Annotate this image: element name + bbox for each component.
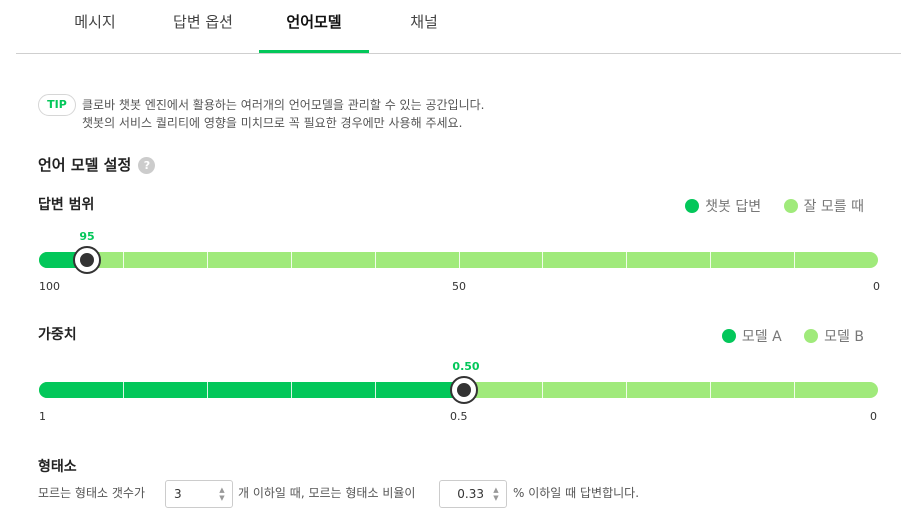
tip-line-1: 클로바 챗봇 엔진에서 활용하는 여러개의 언어모델을 관리할 수 있는 공간입… <box>82 98 485 112</box>
slider-tick <box>542 252 543 268</box>
slider-tick <box>794 252 795 268</box>
legend-label: 모델 A <box>741 329 782 345</box>
scale-label-right: 0 <box>870 410 877 423</box>
tab-language-model[interactable]: 언어모델 <box>259 0 369 53</box>
slider-tick <box>794 382 795 398</box>
slider-tick <box>459 252 460 268</box>
tip-line-2: 챗봇의 서비스 퀄리티에 영향을 미치므로 꼭 필요한 경우에만 사용해 주세요… <box>82 116 463 130</box>
answer-range-value: 95 <box>79 230 95 243</box>
scale-label-mid: 50 <box>452 280 466 293</box>
slider-tick <box>710 382 711 398</box>
scale-label-left: 1 <box>39 410 46 423</box>
tab-bar: 메시지 답변 옵션 언어모델 채널 <box>16 0 901 54</box>
slider-tick <box>123 382 124 398</box>
tab-reply-options[interactable]: 답변 옵션 <box>148 0 258 53</box>
light-green-dot-icon <box>783 199 798 213</box>
slider-tick <box>207 252 208 268</box>
tip-badge: TIP <box>38 94 76 116</box>
weight-value: 0.50 <box>452 360 480 373</box>
answer-range-legend: 챗봇 답변 잘 모를 때 <box>667 196 864 216</box>
slider-tick <box>207 382 208 398</box>
question-circle-icon[interactable]: ? <box>138 157 156 174</box>
morpheme-text-after: % 이하일 때 답변합니다. <box>513 486 640 500</box>
slider-tick <box>123 252 124 268</box>
light-green-dot-icon <box>804 329 819 343</box>
section-title: 언어 모델 설정 ? <box>38 154 156 175</box>
tip-text: 클로바 챗봇 엔진에서 활용하는 여러개의 언어모델을 관리할 수 있는 공간입… <box>82 96 484 132</box>
tab-channel[interactable]: 채널 <box>369 0 479 53</box>
morpheme-count-value: 3 <box>174 487 182 501</box>
legend-item: 잘 모를 때 <box>783 196 864 216</box>
morpheme-ratio-value: 0.33 <box>457 487 484 501</box>
morpheme-text-before: 모르는 형태소 갯수가 <box>38 486 145 500</box>
up-down-arrows-icon[interactable]: ▲ ▼ <box>492 486 500 502</box>
scale-label-left: 100 <box>39 280 60 293</box>
up-down-arrows-icon[interactable]: ▲ ▼ <box>218 486 226 502</box>
slider-fill <box>39 382 459 398</box>
scale-label-mid: 0.5 <box>450 410 468 423</box>
legend-label: 잘 모를 때 <box>803 199 864 215</box>
weight-slider-thumb[interactable] <box>450 376 478 404</box>
slider-tick <box>626 252 627 268</box>
slider-tick <box>626 382 627 398</box>
slider-tick <box>291 382 292 398</box>
answer-range-slider[interactable] <box>39 252 878 268</box>
answer-range-label: 답변 범위 <box>38 197 95 213</box>
green-dot-icon <box>721 329 736 343</box>
slider-tick <box>291 252 292 268</box>
legend-item: 모델 A <box>721 326 782 346</box>
tab-messages[interactable]: 메시지 <box>40 0 150 53</box>
weight-legend: 모델 A 모델 B <box>704 326 864 346</box>
legend-item: 챗봇 답변 <box>685 196 761 216</box>
morpheme-count-stepper[interactable]: 3 ▲ ▼ <box>165 480 233 508</box>
morpheme-ratio-stepper[interactable]: 0.33 ▲ ▼ <box>439 480 507 508</box>
slider-tick <box>375 382 376 398</box>
slider-tick <box>375 252 376 268</box>
green-dot-icon <box>685 199 700 213</box>
slider-tick <box>710 252 711 268</box>
answer-range-slider-thumb[interactable] <box>73 246 101 274</box>
morpheme-title: 형태소 <box>38 459 77 475</box>
legend-label: 모델 B <box>824 329 864 345</box>
weight-label: 가중치 <box>38 327 77 343</box>
legend-label: 챗봇 답변 <box>705 199 762 215</box>
morpheme-text-middle: 개 이하일 때, 모르는 형태소 비율이 <box>238 486 416 500</box>
section-title-text: 언어 모델 설정 <box>38 156 132 174</box>
slider-tick <box>542 382 543 398</box>
legend-item: 모델 B <box>804 326 864 346</box>
scale-label-right: 0 <box>873 280 880 293</box>
